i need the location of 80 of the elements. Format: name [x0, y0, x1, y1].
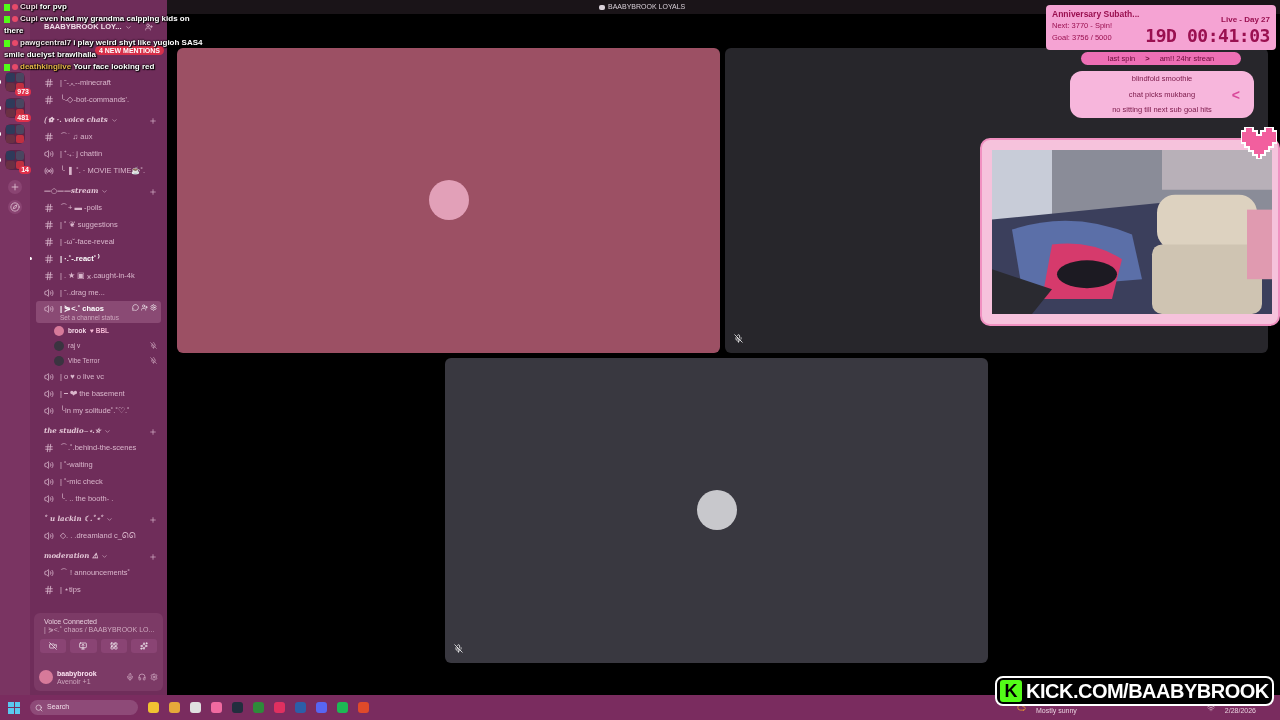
screen-share-icon [79, 642, 88, 650]
discover-icon[interactable] [8, 200, 22, 214]
chat-message: even had my grandma calpping kids on [39, 14, 190, 24]
chat-icon[interactable] [132, 304, 139, 311]
hash-icon [44, 94, 54, 105]
invite-icon[interactable] [145, 23, 153, 31]
microphone-icon[interactable] [126, 673, 134, 681]
kick-url: KICK.COM/BAABYBROOK [1026, 679, 1269, 704]
user-avatar [54, 355, 64, 366]
kick-icon [4, 63, 10, 71]
chat-username: deathkinglive [20, 62, 72, 72]
hash-icon [44, 202, 54, 213]
speaker-icon [44, 371, 54, 382]
kick-logo: K [1000, 680, 1022, 702]
chevron-icon [124, 23, 132, 31]
speaker-icon [44, 493, 54, 504]
hash-icon [44, 442, 54, 453]
activities-button[interactable] [100, 639, 127, 653]
chevron-icon [100, 553, 108, 560]
add-channel-icon[interactable] [149, 427, 157, 436]
hash-icon [44, 219, 54, 230]
heart-icon [1241, 127, 1277, 159]
search-icon [35, 703, 43, 712]
kick-icon [4, 39, 10, 47]
chevron-icon [101, 188, 109, 195]
subathon-title: Anniversary Subath... [1052, 8, 1140, 20]
chat-message: there [4, 26, 24, 36]
video-tile[interactable] [177, 48, 720, 353]
user-avatar[interactable] [39, 670, 53, 684]
chevron-glyph: < [1231, 86, 1240, 105]
video-tile[interactable] [445, 358, 988, 663]
hash-icon [44, 131, 54, 142]
live-day: Live - Day 27 [1221, 14, 1270, 26]
speaker-icon [44, 530, 54, 541]
windows-icon[interactable] [8, 701, 20, 714]
chat-username: pawgcentral7 [20, 38, 72, 48]
invite-icon[interactable] [141, 304, 148, 311]
stage-icon [44, 165, 54, 176]
add-channel-icon[interactable] [149, 187, 157, 196]
hash-icon [44, 236, 54, 247]
hash-icon [44, 584, 54, 595]
user-avatar [54, 340, 64, 351]
speaker-icon [44, 304, 54, 314]
sparkles-icon [139, 642, 148, 650]
add-channel-icon[interactable] [149, 116, 157, 125]
add-channel-icon[interactable] [149, 552, 157, 561]
speaker-icon [44, 148, 54, 159]
chat-message: for pvp [39, 2, 67, 12]
headphones-icon[interactable] [138, 673, 146, 681]
add-channel-icon[interactable] [149, 515, 157, 524]
speaker-icon [44, 476, 54, 487]
speaker-icon [44, 405, 54, 416]
speaker-icon [44, 287, 54, 298]
wifi-icon [1206, 703, 1215, 712]
grid-icon [109, 642, 118, 650]
speaker-icon [44, 459, 54, 470]
chat-message: smile duelyst brawlhalla [4, 50, 97, 60]
screen-share-button[interactable] [70, 639, 97, 653]
speaker-icon [44, 567, 54, 578]
hash-icon [44, 270, 54, 281]
hash-icon [44, 253, 54, 264]
add-server-icon[interactable] [8, 180, 22, 194]
hash-icon [44, 77, 54, 88]
settings-icon[interactable] [150, 673, 158, 681]
soundboard-button[interactable] [130, 639, 157, 653]
chevron-icon [103, 428, 111, 435]
camera-off-icon [49, 642, 58, 650]
badge-icon [12, 64, 18, 70]
subathon-timer: 19D 00:41:03 [1145, 26, 1270, 46]
chat-username: Cupi [20, 2, 38, 12]
camera-button[interactable] [40, 639, 67, 653]
weather-icon [1017, 703, 1026, 712]
chevron-icon [110, 117, 118, 124]
badge-icon [12, 40, 18, 46]
chevron-icon [106, 516, 114, 523]
chat-message: Your face looking red [73, 62, 155, 72]
user-avatar [54, 325, 64, 336]
speaker-icon [44, 388, 54, 399]
chat-message: i play weird shyt like yugioh SAS4 [73, 38, 203, 48]
chat-username: Cupi [20, 14, 38, 24]
